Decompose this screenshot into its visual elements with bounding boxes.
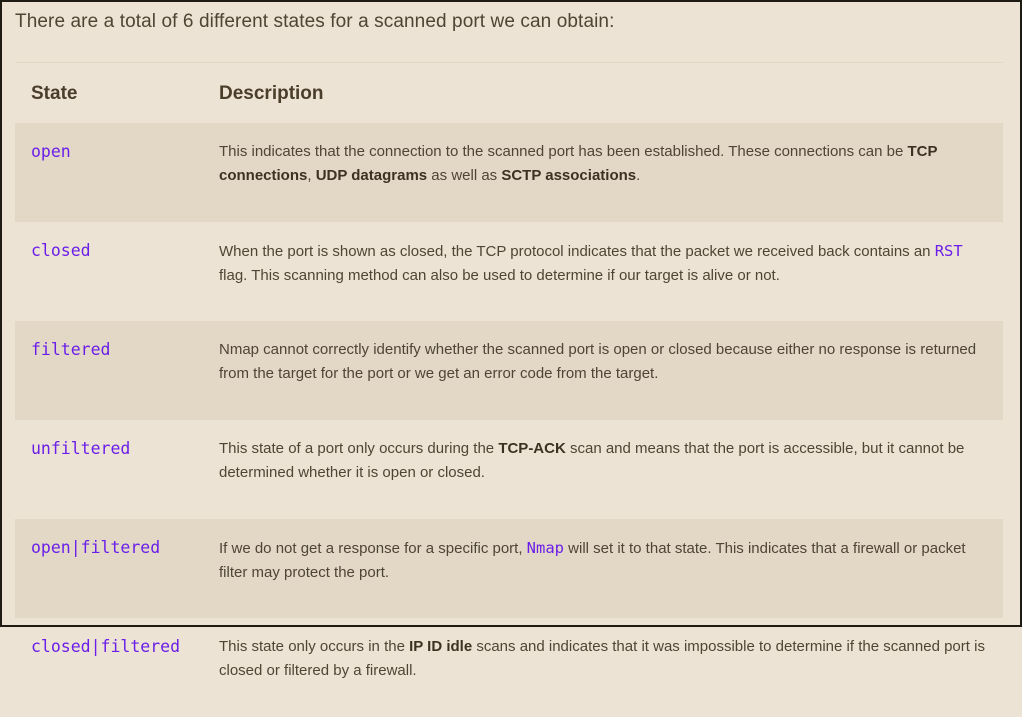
state-cell: unfiltered [15, 420, 219, 519]
description-cell: Nmap cannot correctly identify whether t… [219, 321, 1003, 420]
table-row: open|filtered If we do not get a response… [15, 519, 1003, 618]
state-code: open|filtered [31, 538, 161, 557]
description-text: This state only occurs in the [219, 638, 410, 655]
description-text: as well as [427, 167, 502, 184]
description-cell: This indicates that the connection to th… [219, 123, 1003, 222]
state-cell: open [15, 123, 219, 222]
table-header-row: State Description [15, 65, 1003, 123]
description-cell: This state of a port only occurs during … [219, 420, 1003, 519]
description-text: , [307, 167, 316, 184]
description-text: When the port is shown as closed, the TC… [219, 243, 935, 260]
inline-code: RST [934, 242, 963, 260]
description-column-header: Description [219, 83, 324, 104]
content-panel: There are a total of 6 different states … [0, 0, 1022, 679]
bold-term: SCTP associations [501, 167, 637, 184]
state-cell: closed|filtered [15, 618, 219, 717]
state-cell: open|filtered [15, 519, 219, 618]
state-code: filtered [31, 340, 111, 359]
description-text: If we do not get a response for a specif… [219, 540, 527, 557]
bold-term: UDP datagrams [315, 167, 428, 184]
intro-text: There are a total of 6 different states … [15, 11, 615, 32]
table-row: filtered Nmap cannot correctly identify w… [15, 321, 1003, 420]
state-code: unfiltered [31, 439, 131, 458]
state-code: closed [31, 241, 91, 260]
description-cell: When the port is shown as closed, the TC… [219, 222, 1003, 321]
table-row: closed|filtered This state only occurs in… [15, 618, 1003, 717]
state-code: closed|filtered [31, 637, 181, 656]
description-text: . [636, 167, 641, 184]
divider [15, 62, 1003, 63]
inline-code: Nmap [526, 539, 564, 557]
description-text: flag. This scanning method can also be u… [219, 267, 780, 284]
state-code: open [31, 142, 71, 161]
port-states-table: State Description open This indicates tha… [15, 65, 1003, 717]
table-row: unfiltered This state of a port only occu… [15, 420, 1003, 519]
description-cell: If we do not get a response for a specif… [219, 519, 1003, 618]
description-text: Nmap cannot correctly identify whether t… [219, 341, 977, 382]
table-row: closed When the port is shown as closed, … [15, 222, 1003, 321]
state-column-header: State [31, 83, 78, 104]
description-cell: This state only occurs in the IP ID idle… [219, 618, 1003, 717]
state-cell: closed [15, 222, 219, 321]
description-text: This state of a port only occurs during … [219, 440, 499, 457]
state-cell: filtered [15, 321, 219, 420]
bold-term: IP ID idle [409, 638, 473, 655]
table-row: open This indicates that the connection t… [15, 123, 1003, 222]
bold-term: TCP-ACK [498, 440, 566, 457]
description-text: This indicates that the connection to th… [219, 143, 908, 160]
